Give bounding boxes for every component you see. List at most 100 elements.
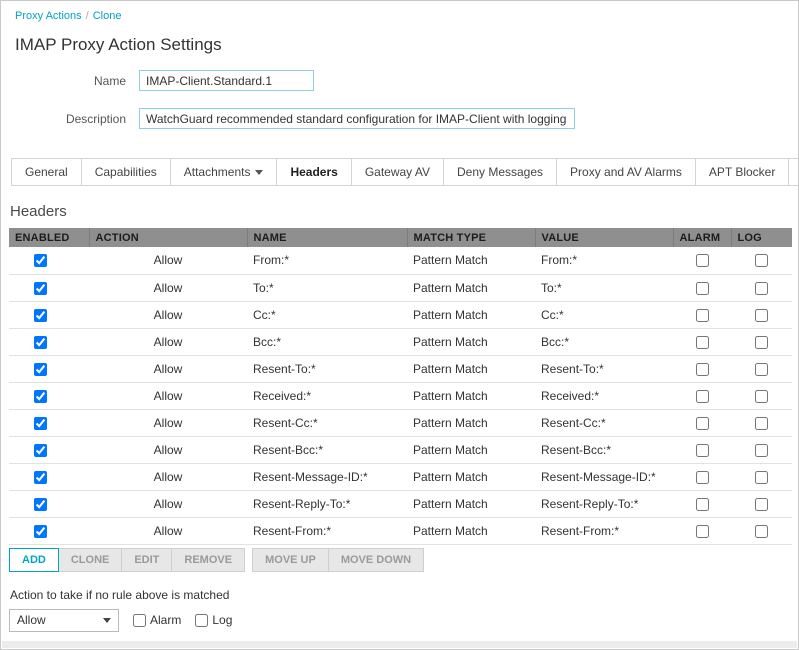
default-action-select[interactable]: Allow (9, 609, 119, 632)
enabled-checkbox[interactable] (34, 282, 47, 295)
name-cell: Bcc:* (247, 328, 407, 355)
value-cell: To:* (535, 274, 673, 301)
log-checkbox[interactable] (755, 525, 768, 538)
tab-gateway-av[interactable]: Gateway AV (351, 158, 444, 186)
enabled-checkbox[interactable] (34, 336, 47, 349)
alarm-checkbox-cell (673, 301, 731, 328)
action-cell: Allow (89, 517, 247, 544)
tab-general[interactable]: General (11, 158, 82, 186)
table-button-bar: ADD CLONE EDIT REMOVE MOVE UP MOVE DOWN (9, 548, 798, 572)
bottom-scroll-strip (2, 641, 797, 648)
table-row[interactable]: AllowTo:*Pattern MatchTo:* (9, 274, 792, 301)
move-down-button[interactable]: MOVE DOWN (328, 548, 424, 572)
edit-button[interactable]: EDIT (121, 548, 172, 572)
alarm-checkbox[interactable] (696, 471, 709, 484)
match-type-cell: Pattern Match (407, 436, 535, 463)
enabled-checkbox[interactable] (34, 444, 47, 457)
log-checkbox-cell (731, 409, 792, 436)
enabled-checkbox-cell (9, 247, 89, 274)
enabled-checkbox[interactable] (34, 498, 47, 511)
action-cell: Allow (89, 382, 247, 409)
table-row[interactable]: AllowBcc:*Pattern MatchBcc:* (9, 328, 792, 355)
name-input[interactable] (139, 70, 314, 91)
tab-deny-messages[interactable]: Deny Messages (443, 158, 557, 186)
match-type-cell: Pattern Match (407, 355, 535, 382)
alarm-checkbox[interactable] (696, 444, 709, 457)
log-checkbox[interactable] (755, 363, 768, 376)
table-row[interactable]: AllowCc:*Pattern MatchCc:* (9, 301, 792, 328)
tab-headers[interactable]: Headers (276, 158, 351, 186)
col-alarm: ALARM (673, 228, 731, 247)
value-cell: Bcc:* (535, 328, 673, 355)
col-enabled: ENABLED (9, 228, 89, 247)
log-checkbox[interactable] (755, 390, 768, 403)
enabled-checkbox-cell (9, 463, 89, 490)
tab-proxy-and-av-alarms[interactable]: Proxy and AV Alarms (556, 158, 696, 186)
log-checkbox[interactable] (755, 417, 768, 430)
alarm-checkbox[interactable] (696, 390, 709, 403)
match-type-cell: Pattern Match (407, 463, 535, 490)
move-up-button[interactable]: MOVE UP (252, 548, 329, 572)
alarm-checkbox[interactable] (696, 498, 709, 511)
default-alarm-checkbox[interactable] (133, 614, 146, 627)
default-action-row: Allow Alarm Log (9, 609, 798, 632)
enabled-checkbox[interactable] (34, 309, 47, 322)
log-checkbox-cell (731, 436, 792, 463)
log-checkbox[interactable] (755, 336, 768, 349)
col-match-type: MATCH TYPE (407, 228, 535, 247)
clone-button[interactable]: CLONE (58, 548, 123, 572)
tab-capabilities[interactable]: Capabilities (81, 158, 171, 186)
table-row[interactable]: AllowResent-Bcc:*Pattern MatchResent-Bcc… (9, 436, 792, 463)
col-log: LOG (731, 228, 792, 247)
enabled-checkbox[interactable] (34, 471, 47, 484)
remove-button[interactable]: REMOVE (171, 548, 245, 572)
log-checkbox[interactable] (755, 444, 768, 457)
alarm-checkbox[interactable] (696, 417, 709, 430)
alarm-checkbox-cell (673, 355, 731, 382)
log-checkbox[interactable] (755, 309, 768, 322)
col-name: NAME (247, 228, 407, 247)
enabled-checkbox[interactable] (34, 363, 47, 376)
enabled-checkbox[interactable] (34, 254, 47, 267)
log-checkbox[interactable] (755, 254, 768, 267)
headers-table-body: AllowFrom:*Pattern MatchFrom:*AllowTo:*P… (9, 247, 792, 544)
log-checkbox[interactable] (755, 282, 768, 295)
tab-apt-blocker[interactable]: APT Blocker (695, 158, 789, 186)
enabled-checkbox-cell (9, 436, 89, 463)
enabled-checkbox[interactable] (34, 390, 47, 403)
enabled-checkbox[interactable] (34, 525, 47, 538)
table-row[interactable]: AllowResent-Reply-To:*Pattern MatchResen… (9, 490, 792, 517)
chevron-down-icon (255, 170, 263, 175)
name-cell: Resent-Reply-To:* (247, 490, 407, 517)
table-row[interactable]: AllowResent-Cc:*Pattern MatchResent-Cc:* (9, 409, 792, 436)
alarm-checkbox[interactable] (696, 309, 709, 322)
alarm-checkbox[interactable] (696, 336, 709, 349)
log-checkbox-cell (731, 355, 792, 382)
default-log-checkbox[interactable] (195, 614, 208, 627)
breadcrumb-proxy-actions[interactable]: Proxy Actions (15, 10, 82, 22)
tab-tls[interactable]: TLS (788, 158, 799, 186)
enabled-checkbox-cell (9, 355, 89, 382)
alarm-checkbox[interactable] (696, 282, 709, 295)
enabled-checkbox-cell (9, 517, 89, 544)
log-checkbox[interactable] (755, 498, 768, 511)
enabled-checkbox-cell (9, 301, 89, 328)
enabled-checkbox[interactable] (34, 417, 47, 430)
table-row[interactable]: AllowResent-Message-ID:*Pattern MatchRes… (9, 463, 792, 490)
alarm-checkbox-cell (673, 328, 731, 355)
log-checkbox[interactable] (755, 471, 768, 484)
alarm-checkbox[interactable] (696, 254, 709, 267)
table-row[interactable]: AllowReceived:*Pattern MatchReceived:* (9, 382, 792, 409)
tab-attachments[interactable]: Attachments (170, 158, 278, 186)
table-row[interactable]: AllowFrom:*Pattern MatchFrom:* (9, 247, 792, 274)
description-input[interactable] (139, 108, 575, 129)
alarm-checkbox[interactable] (696, 525, 709, 538)
name-cell: From:* (247, 247, 407, 274)
breadcrumb-current: Clone (93, 10, 122, 22)
log-checkbox-cell (731, 301, 792, 328)
alarm-checkbox[interactable] (696, 363, 709, 376)
table-row[interactable]: AllowResent-From:*Pattern MatchResent-Fr… (9, 517, 792, 544)
table-row[interactable]: AllowResent-To:*Pattern MatchResent-To:* (9, 355, 792, 382)
value-cell: Received:* (535, 382, 673, 409)
add-button[interactable]: ADD (9, 548, 59, 572)
